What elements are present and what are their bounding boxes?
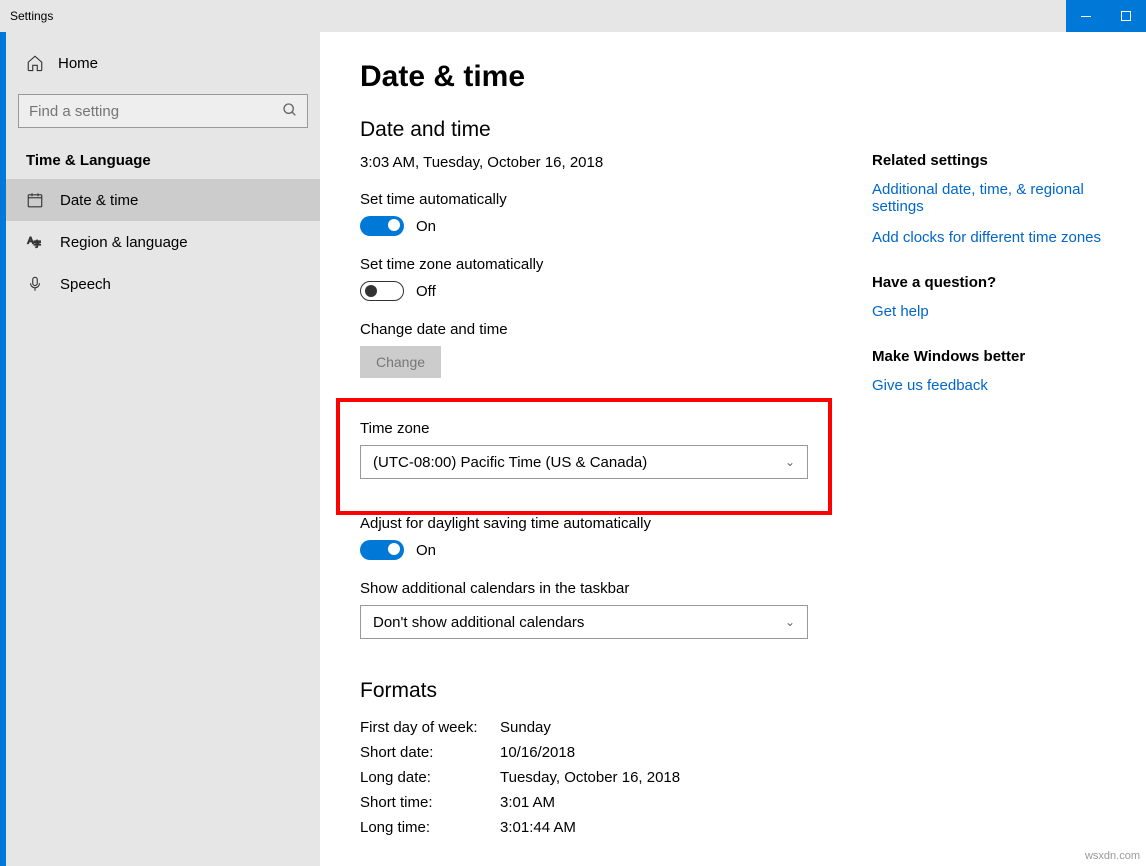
minimize-icon [1081, 16, 1091, 17]
minimize-button[interactable] [1066, 0, 1106, 32]
additional-calendars-dropdown[interactable]: Don't show additional calendars ⌄ [360, 605, 808, 639]
window-controls [1066, 0, 1146, 32]
sidebar: Home Time & Language Date & time A字 Regi… [0, 32, 320, 866]
additional-calendars-value: Don't show additional calendars [373, 614, 584, 631]
timezone-label: Time zone [360, 420, 808, 437]
maximize-button[interactable] [1106, 0, 1146, 32]
set-tz-auto-label: Set time zone automatically [360, 256, 872, 273]
link-feedback[interactable]: Give us feedback [872, 377, 1106, 394]
have-question-heading: Have a question? [872, 274, 1106, 291]
svg-text:字: 字 [34, 239, 42, 249]
format-row: First day of week:Sunday [360, 715, 872, 740]
maximize-icon [1121, 11, 1131, 21]
sidebar-item-label: Region & language [60, 234, 188, 251]
formats-heading: Formats [360, 679, 872, 703]
format-row: Long date:Tuesday, October 16, 2018 [360, 765, 872, 790]
additional-calendars-label: Show additional calendars in the taskbar [360, 580, 872, 597]
watermark: wsxdn.com [1085, 850, 1140, 862]
sidebar-item-region-language[interactable]: A字 Region & language [6, 221, 320, 263]
chevron-down-icon: ⌄ [785, 455, 795, 469]
format-row: Short date:10/16/2018 [360, 740, 872, 765]
sidebar-section-title: Time & Language [6, 138, 320, 179]
set-time-auto-label: Set time automatically [360, 191, 872, 208]
make-better-heading: Make Windows better [872, 348, 1106, 365]
home-icon [26, 54, 44, 72]
dst-toggle[interactable] [360, 540, 404, 560]
main-content: Date & time Date and time 3:03 AM, Tuesd… [320, 32, 1146, 866]
timezone-value: (UTC-08:00) Pacific Time (US & Canada) [373, 454, 647, 471]
search-input[interactable] [18, 94, 308, 128]
formats-table: First day of week:Sunday Short date:10/1… [360, 715, 872, 840]
set-tz-auto-state: Off [416, 283, 436, 300]
set-tz-auto-toggle[interactable] [360, 281, 404, 301]
set-time-auto-toggle[interactable] [360, 216, 404, 236]
sidebar-item-label: Date & time [60, 192, 138, 209]
link-get-help[interactable]: Get help [872, 303, 1106, 320]
sidebar-item-speech[interactable]: Speech [6, 263, 320, 305]
change-date-time-label: Change date and time [360, 321, 872, 338]
sidebar-item-date-time[interactable]: Date & time [2, 179, 320, 221]
search-box[interactable] [18, 94, 308, 128]
set-time-auto-state: On [416, 218, 436, 235]
change-button[interactable]: Change [360, 346, 441, 378]
sidebar-item-label: Speech [60, 276, 111, 293]
dst-state: On [416, 542, 436, 559]
format-row: Long time:3:01:44 AM [360, 815, 872, 840]
microphone-icon [26, 275, 44, 293]
related-settings-heading: Related settings [872, 152, 1106, 169]
format-row: Short time:3:01 AM [360, 790, 872, 815]
link-add-clocks[interactable]: Add clocks for different time zones [872, 229, 1106, 246]
current-datetime: 3:03 AM, Tuesday, October 16, 2018 [360, 154, 872, 171]
globe-icon: A字 [26, 233, 44, 251]
chevron-down-icon: ⌄ [785, 615, 795, 629]
right-column: Related settings Additional date, time, … [872, 60, 1106, 840]
highlight-timezone: Time zone (UTC-08:00) Pacific Time (US &… [336, 398, 832, 515]
window-title: Settings [0, 9, 53, 23]
page-title: Date & time [360, 60, 872, 94]
timezone-dropdown[interactable]: (UTC-08:00) Pacific Time (US & Canada) ⌄ [360, 445, 808, 479]
search-icon [282, 102, 298, 123]
dst-label: Adjust for daylight saving time automati… [360, 515, 872, 532]
section-date-and-time: Date and time [360, 118, 872, 142]
home-label: Home [58, 55, 98, 72]
clock-icon [26, 191, 44, 209]
svg-text:A: A [28, 236, 34, 246]
titlebar: Settings [0, 0, 1146, 32]
home-nav[interactable]: Home [6, 42, 320, 84]
link-additional-regional[interactable]: Additional date, time, & regional settin… [872, 181, 1106, 215]
